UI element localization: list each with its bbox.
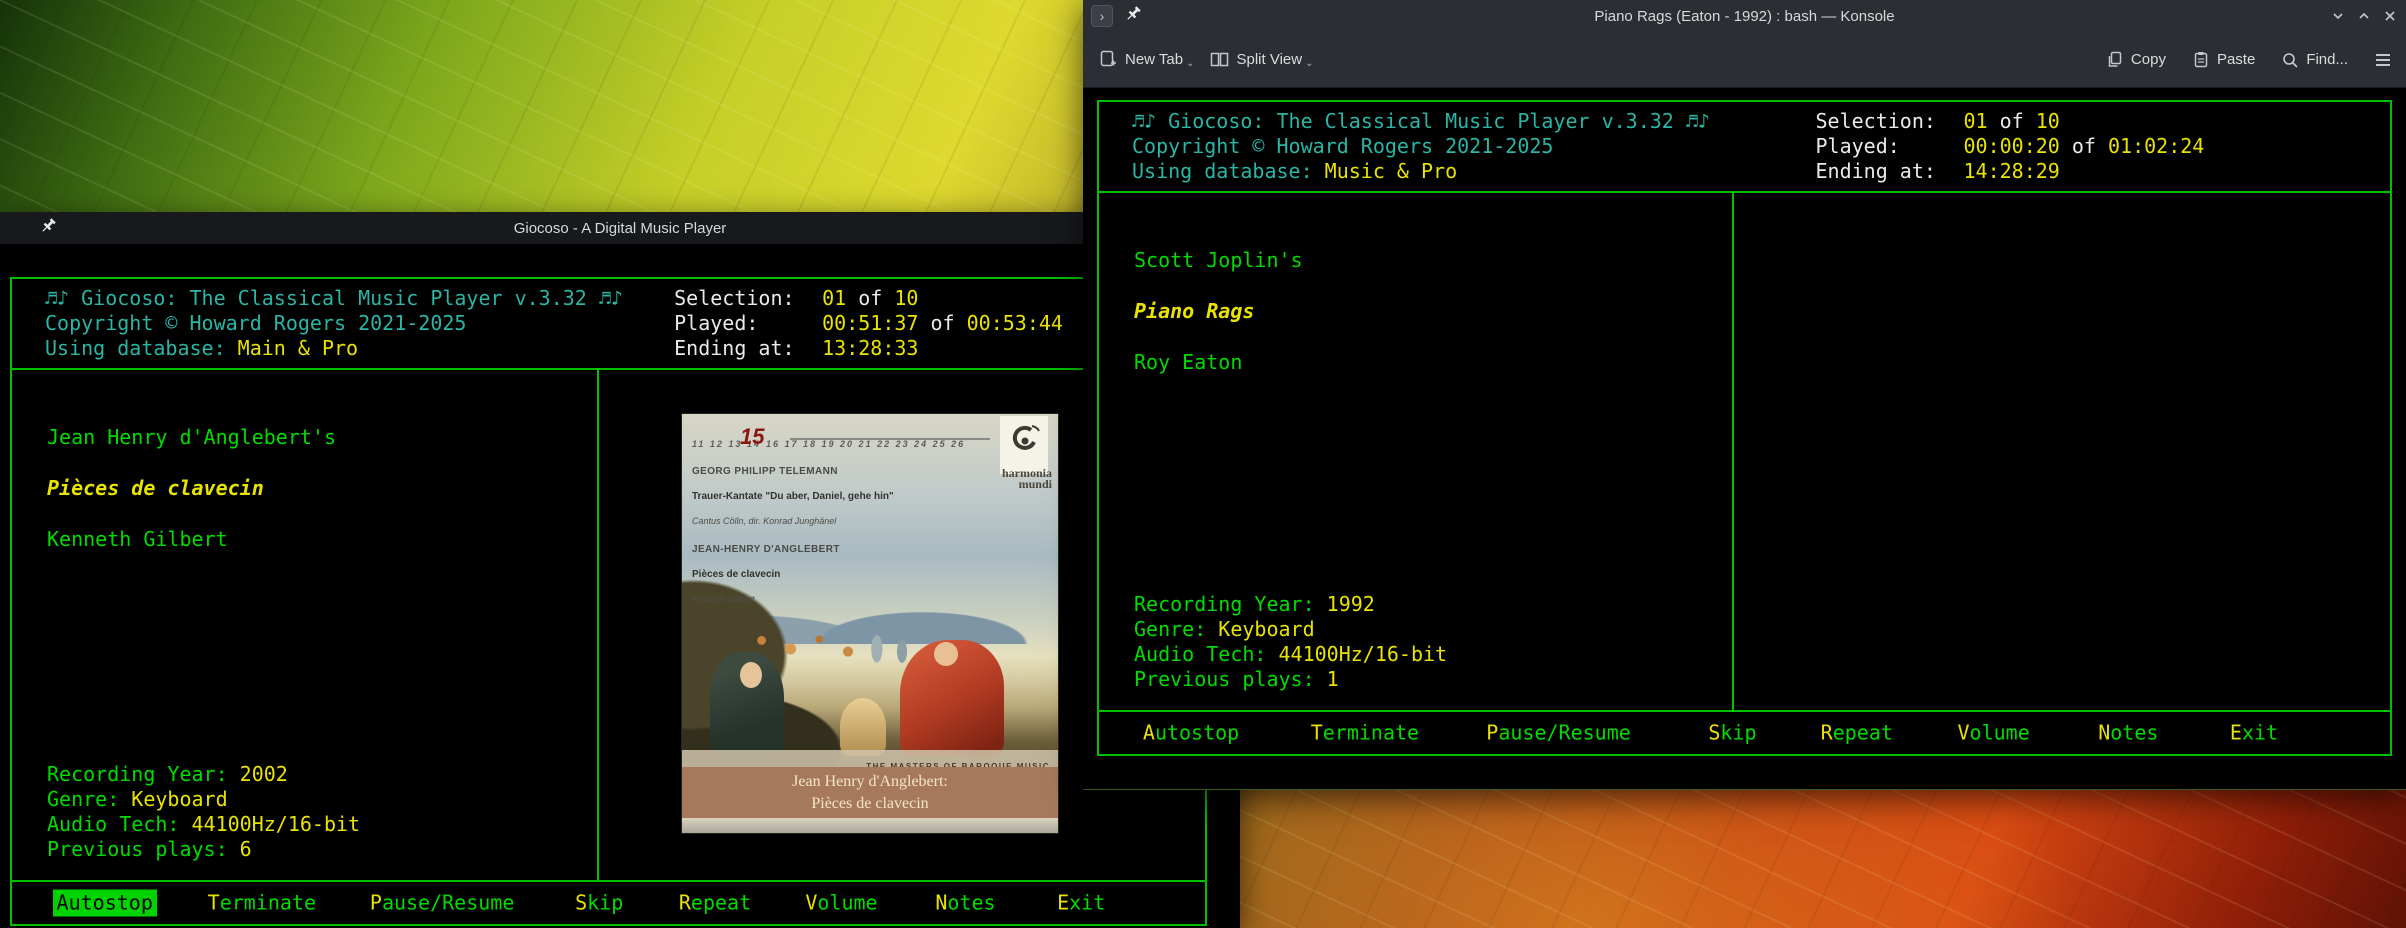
copy-button[interactable]: Copy <box>2106 51 2166 69</box>
giocoso-menu: Autostop Terminate Pause/Resume Skip Repeat V… <box>1099 710 2390 754</box>
chevron-down-icon: ⌄ <box>1186 58 1194 69</box>
menu-item-repeat[interactable]: Repeat <box>1821 721 1893 746</box>
detail-row: Audio Tech: 44100Hz/16-bit <box>1134 642 1447 667</box>
find-button[interactable]: Find... <box>2281 51 2348 69</box>
copy-icon <box>2106 51 2124 69</box>
ending-row: Ending at:13:28:33 <box>674 336 1063 361</box>
hamburger-menu-icon[interactable] <box>2374 52 2392 68</box>
status-block: Selection:01 of 10 Played:00:51:37 of 00… <box>674 286 1063 361</box>
right-titlebar[interactable]: › Piano Rags (Eaton - 1992) : bash — Kon… <box>1083 0 2406 32</box>
minimize-button[interactable] <box>2330 8 2346 24</box>
menu-item-autostop[interactable]: Autostop <box>53 890 157 917</box>
maximize-button[interactable] <box>2356 8 2372 24</box>
menu-item-exit[interactable]: Exit <box>1057 891 1105 916</box>
close-button[interactable] <box>2382 8 2398 24</box>
record-label-name: harmonia mundi <box>972 468 1052 490</box>
menu-item-exit[interactable]: Exit <box>2230 721 2278 746</box>
window-title: Giocoso - A Digital Music Player <box>0 220 1240 237</box>
chevron-down-icon: ⌄ <box>1305 58 1313 69</box>
played-row: Played:00:00:20 of 01:02:24 <box>1816 134 2205 159</box>
menu-item-volume[interactable]: Volume <box>805 891 877 916</box>
album-painting-figures <box>682 646 1058 756</box>
menu-item-pause-resume[interactable]: Pause/Resume <box>370 891 515 916</box>
selection-row: Selection:01 of 10 <box>674 286 1063 311</box>
panel-divider <box>1732 193 1734 710</box>
giocoso-window: Giocoso - A Digital Music Player ♬♪ Gioc… <box>0 212 1240 928</box>
ending-row: Ending at:14:28:29 <box>1816 159 2205 184</box>
menu-item-autostop[interactable]: Autostop <box>1143 721 1239 746</box>
database-value: Music & Pro <box>1325 159 1457 183</box>
menu-item-skip[interactable]: Skip <box>1708 721 1756 746</box>
menu-item-pause-resume[interactable]: Pause/Resume <box>1486 721 1631 746</box>
menu-item-terminate[interactable]: Terminate <box>1311 721 1419 746</box>
giocoso-main: Scott Joplin's Piano Rags Roy Eaton Reco… <box>1099 193 2390 710</box>
current-track-number: 15 <box>740 424 764 449</box>
giocoso-header: ♬♪ Giocoso: The Classical Music Player v… <box>12 279 1205 370</box>
giocoso-frame: ♬♪ Giocoso: The Classical Music Player v… <box>1097 100 2392 756</box>
detail-row: Genre: Keyboard <box>1134 617 1447 642</box>
giocoso-menu: Autostop Terminate Pause/Resume Skip Repeat V… <box>12 880 1205 924</box>
giocoso-frame: ♬♪ Giocoso: The Classical Music Player v… <box>10 277 1207 926</box>
database-value: Main & Pro <box>238 336 358 360</box>
menu-item-repeat[interactable]: Repeat <box>679 891 751 916</box>
giocoso-header: ♬♪ Giocoso: The Classical Music Player v… <box>1099 102 2390 193</box>
menu-item-terminate[interactable]: Terminate <box>208 891 316 916</box>
composer: Jean Henry d'Anglebert's <box>47 425 336 450</box>
menu-item-volume[interactable]: Volume <box>1958 721 2030 746</box>
now-playing-block: Jean Henry d'Anglebert's Pièces de clave… <box>47 425 336 552</box>
detail-row: Recording Year: 2002 <box>47 762 360 787</box>
performer: Kenneth Gilbert <box>47 527 336 552</box>
paste-button[interactable]: Paste <box>2192 51 2255 69</box>
right-terminal: ♬♪ Giocoso: The Classical Music Player v… <box>1083 88 2406 789</box>
menu-item-notes[interactable]: Notes <box>2098 721 2158 746</box>
split-view-icon <box>1210 50 1229 69</box>
performer: Roy Eaton <box>1134 350 1303 375</box>
album-bottom-edge <box>682 818 1058 833</box>
detail-row: Genre: Keyboard <box>47 787 360 812</box>
selection-row: Selection:01 of 10 <box>1816 109 2205 134</box>
new-tab-button[interactable]: New Tab⌄ <box>1099 50 1194 69</box>
panel-divider <box>597 370 599 880</box>
giocoso-main: Jean Henry d'Anglebert's Pièces de clave… <box>12 370 1205 880</box>
paste-icon <box>2192 51 2210 69</box>
left-titlebar[interactable]: Giocoso - A Digital Music Player <box>0 212 1240 244</box>
album-caption: Jean Henry d'Anglebert: Pièces de clavec… <box>682 767 1058 818</box>
detail-row: Previous plays: 6 <box>47 837 360 862</box>
detail-row: Recording Year: 1992 <box>1134 592 1447 617</box>
recording-details: Recording Year: 1992 Genre: Keyboard Aud… <box>1134 592 1447 692</box>
konsole-toolbar: New Tab⌄ Split View⌄ Copy Paste Find... <box>1083 32 2406 88</box>
composer: Scott Joplin's <box>1134 248 1303 273</box>
album-credits: GEORG PHILIPP TELEMANN Trauer-Kantate "D… <box>692 456 922 615</box>
recording-details: Recording Year: 2002 Genre: Keyboard Aud… <box>47 762 360 862</box>
konsole-window: › Piano Rags (Eaton - 1992) : bash — Kon… <box>1083 0 2406 790</box>
new-tab-icon <box>1099 50 1118 69</box>
status-block: Selection:01 of 10 Played:00:00:20 of 01… <box>1816 109 2205 184</box>
album-series-title: THE MASTERS OF BAROQUE MUSIC <box>682 750 1058 767</box>
window-title: Piano Rags (Eaton - 1992) : bash — Konso… <box>1083 8 2406 25</box>
played-row: Played:00:51:37 of 00:53:44 <box>674 311 1063 336</box>
left-terminal: ♬♪ Giocoso: The Classical Music Player v… <box>0 244 1240 928</box>
album-art: 11 12 13 14 15 16 17 18 19 20 21 22 23 2… <box>682 414 1058 833</box>
work-title: Piano Rags <box>1134 299 1303 324</box>
now-playing-block: Scott Joplin's Piano Rags Roy Eaton <box>1134 248 1303 375</box>
detail-row: Previous plays: 1 <box>1134 667 1447 692</box>
split-view-button[interactable]: Split View⌄ <box>1210 50 1313 69</box>
work-title: Pièces de clavecin <box>47 476 336 501</box>
menu-item-skip[interactable]: Skip <box>575 891 623 916</box>
menu-item-notes[interactable]: Notes <box>935 891 995 916</box>
search-icon <box>2281 51 2299 69</box>
detail-row: Audio Tech: 44100Hz/16-bit <box>47 812 360 837</box>
